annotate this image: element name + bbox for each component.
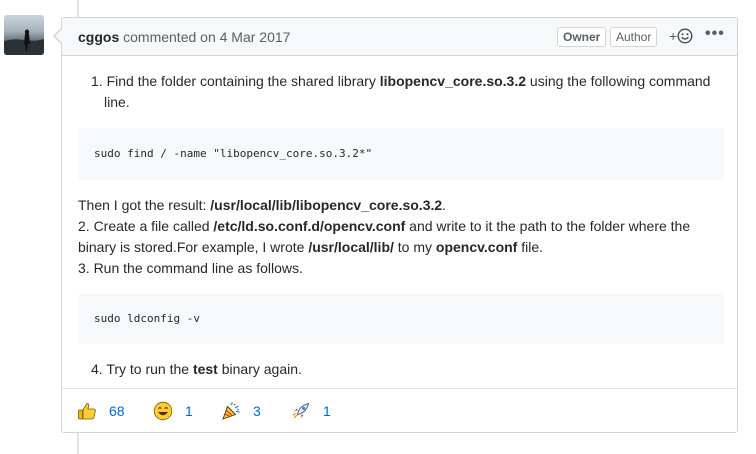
step-4: 4. Try to run the test binary again.: [78, 359, 723, 380]
code-block-find: sudo find / -name "libopencv_core.so.3.2…: [78, 128, 724, 180]
smile-icon: [153, 401, 173, 421]
comment-caret-inner: [55, 29, 62, 43]
comment-date[interactable]: 4 Mar 2017: [220, 29, 291, 45]
code-ldconfig: sudo ldconfig -v: [94, 312, 200, 325]
rocket-count: 1: [323, 403, 331, 419]
step-4-suffix: binary again.: [217, 361, 302, 377]
step-2-file: /etc/ld.so.conf.d/opencv.conf: [213, 218, 406, 234]
result-end: .: [442, 197, 447, 213]
reaction-thumbs-up[interactable]: 68: [77, 399, 125, 423]
smiley-icon: [677, 28, 693, 44]
step-2-text: 2. Create a file called: [78, 218, 214, 234]
thumbs-up-icon: [78, 403, 96, 420]
step-2-line2: binary is stored.For example, I wrote: [78, 239, 309, 255]
smile-count: 1: [185, 403, 193, 419]
result-text: Then I got the result:: [78, 197, 211, 213]
step-3-text: 3. Run the command line as follows.: [78, 260, 303, 276]
step-2-path: /usr/local/lib/: [308, 239, 394, 255]
step-2-mid: to my: [393, 239, 436, 255]
reactions-bar: 68 1 3 1: [62, 388, 737, 432]
step-1-lib: libopencv_core.so.3.2: [379, 73, 527, 89]
step-1-line2: line.: [104, 94, 130, 110]
code-find: sudo find / -name "libopencv_core.so.3.2…: [94, 147, 373, 160]
step-1-text: 1. Find the folder containing the shared…: [91, 73, 380, 89]
tada-icon: [222, 402, 240, 420]
add-reaction-plus: +: [669, 28, 678, 44]
comment-action: commented on: [123, 29, 216, 45]
comment-header: cggos commented on 4 Mar 2017 Owner Auth…: [62, 18, 737, 56]
rocket-icon: [292, 402, 310, 419]
step-4-text: 4. Try to run the: [91, 361, 193, 377]
more-options-button[interactable]: •••: [705, 25, 725, 43]
step-4-bin: test: [192, 361, 218, 377]
reaction-rocket[interactable]: 1: [291, 399, 331, 423]
reaction-tada[interactable]: 3: [221, 399, 261, 423]
thumbs-up-count: 68: [109, 403, 125, 419]
step-2-end: file.: [517, 239, 544, 255]
author-badge: Author: [610, 27, 658, 47]
step-1-suffix: using the following command: [526, 73, 711, 89]
reaction-smile[interactable]: 1: [153, 399, 193, 423]
code-block-ldconfig: sudo ldconfig -v: [78, 294, 724, 344]
step-1: 1. Find the folder containing the shared…: [78, 71, 723, 113]
step-2-conf: opencv.conf: [435, 239, 518, 255]
avatar[interactable]: [4, 15, 44, 55]
author-link[interactable]: cggos: [78, 29, 119, 45]
tada-count: 3: [253, 403, 261, 419]
result-path: /usr/local/lib/libopencv_core.so.3.2: [210, 197, 443, 213]
avatar-silhouette-icon: [4, 29, 44, 55]
step-2-suffix: and write to it the path to the folder w…: [405, 218, 691, 234]
add-reaction-button[interactable]: +: [669, 28, 693, 44]
result-paragraph: Then I got the result: /usr/local/lib/li…: [78, 195, 723, 279]
owner-badge: Owner: [557, 27, 607, 47]
comment-meta: cggos commented on 4 Mar 2017: [78, 29, 290, 45]
comment-box: cggos commented on 4 Mar 2017 Owner Auth…: [61, 17, 738, 433]
